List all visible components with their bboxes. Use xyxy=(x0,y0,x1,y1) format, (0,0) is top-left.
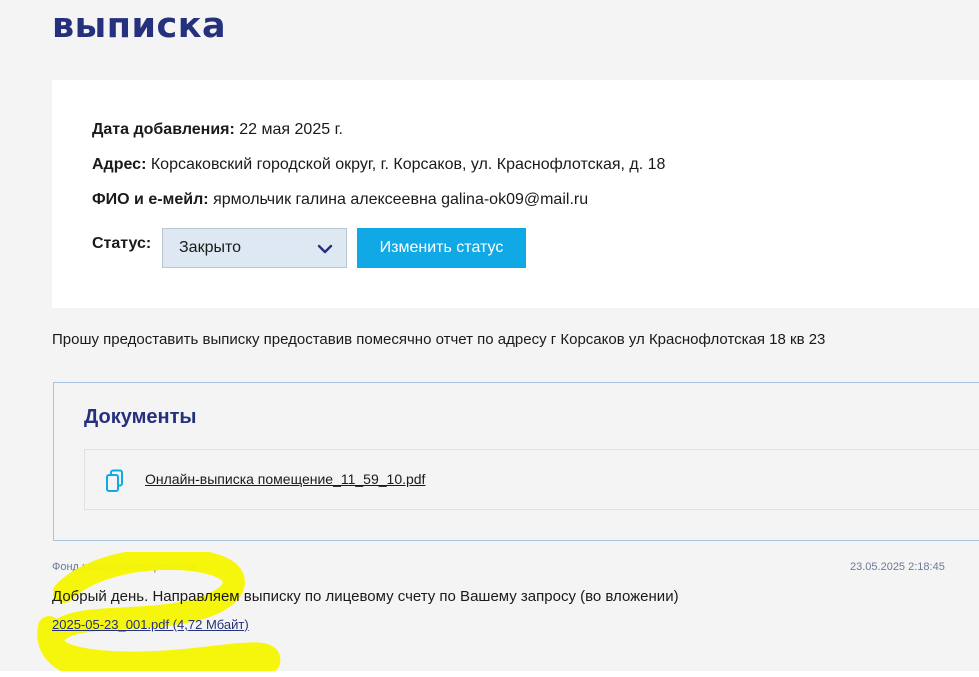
address-value: Корсаковский городской округ, г. Корсако… xyxy=(150,156,666,173)
status-select[interactable]: Закрыто xyxy=(162,228,347,268)
date-added-value: 22 мая 2025 г. xyxy=(239,121,343,138)
page-title: выписка xyxy=(52,6,227,46)
request-text: Прошу предоставить выписку предоставив п… xyxy=(52,331,826,348)
message-attachment-link[interactable]: 2025-05-23_001.pdf (4,72 Мбайт) xyxy=(52,617,249,632)
fio-email-row: ФИО и е-мейл: ярмольчик галина алексеевн… xyxy=(92,190,588,210)
documents-section: Документы Онлайн-выписка помещение_11_59… xyxy=(53,382,979,541)
message-text: Добрый день. Направляем выписку по лицев… xyxy=(52,588,679,605)
date-added-row: Дата добавления: 22 мая 2025 г. xyxy=(92,120,343,140)
address-row: Адрес: Корсаковский городской округ, г. … xyxy=(92,155,665,175)
fio-email-label: ФИО и е-мейл: xyxy=(92,191,209,208)
document-link[interactable]: Онлайн-выписка помещение_11_59_10.pdf xyxy=(145,471,425,487)
copy-document-icon xyxy=(106,469,123,492)
request-info-card: Дата добавления: 22 мая 2025 г. Адрес: К… xyxy=(52,80,979,308)
message-timestamp: 23.05.2025 2:18:45 xyxy=(850,561,945,573)
chevron-down-icon xyxy=(317,244,333,254)
bottom-divider xyxy=(0,671,979,677)
message-author: Фонд капитального ремонта xyxy=(52,561,197,573)
address-label: Адрес: xyxy=(92,156,147,173)
documents-title: Документы xyxy=(84,406,197,428)
date-added-label: Дата добавления: xyxy=(92,121,235,138)
document-item[interactable]: Онлайн-выписка помещение_11_59_10.pdf xyxy=(84,449,979,510)
status-select-value: Закрыто xyxy=(179,239,242,256)
fio-email-value: ярмольчик галина алексеевна galina-ok09@… xyxy=(213,191,589,208)
status-label: Статус: xyxy=(92,235,152,252)
change-status-button[interactable]: Изменить статус xyxy=(357,228,526,268)
